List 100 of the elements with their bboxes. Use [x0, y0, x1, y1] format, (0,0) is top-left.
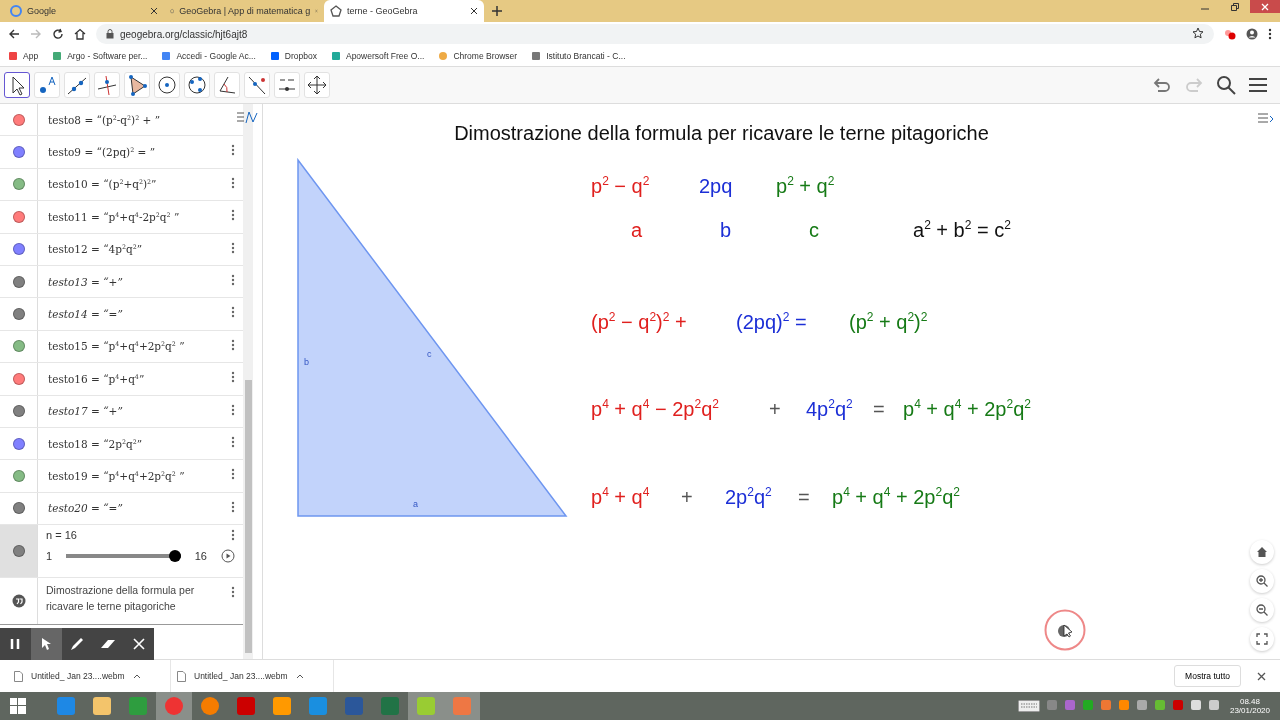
bookmark-link[interactable]: Dropbox	[269, 51, 317, 61]
formula-text: p$^{2}$ + q$^{2}$	[776, 174, 835, 198]
formula-text: c	[809, 218, 819, 242]
app-icon	[56, 696, 76, 716]
visibility-dot[interactable]	[12, 243, 25, 256]
definition-text: testo11 = “p$^{4}$+q$^{4}$-2p$^{2}$q$^{2}$ ”	[48, 210, 180, 223]
formula-text: p$^{4}$ + q$^{4}$ − 2p$^{2}$q$^{2}$	[591, 397, 719, 421]
bookmark-link[interactable]: App	[8, 51, 39, 61]
close-icon	[1261, 2, 1269, 11]
slider-thumb[interactable]	[168, 550, 181, 563]
formula-text: (p$^{2}$ + q$^{2}$)$^{2}$	[849, 310, 928, 334]
formula-text: b	[720, 218, 732, 242]
definition-text: testo18 = “2p$^{2}$q$^{2}$”	[48, 437, 143, 450]
close-icon[interactable]	[150, 7, 158, 15]
definition-text: testo8 = “(p$^{2}$-q$^{2}$)$^{2}$ + ”	[48, 113, 160, 126]
more-icon[interactable]	[231, 468, 235, 481]
zoom-in-icon	[1256, 575, 1268, 587]
circle-icon	[156, 74, 178, 96]
bookmark-link[interactable]: Accedi - Google Ac...	[161, 51, 256, 61]
clock[interactable]: 08.48 23/01/2020	[1219, 697, 1280, 715]
side-label: a	[413, 499, 418, 509]
star-icon[interactable]	[1192, 27, 1204, 39]
side-label: b	[304, 357, 309, 367]
app-icon	[164, 696, 184, 716]
more-icon[interactable]	[231, 403, 235, 416]
more-icon[interactable]	[231, 586, 235, 599]
circle-through-points-icon	[186, 74, 208, 96]
back-icon[interactable]	[8, 28, 20, 40]
pentagon-logo-icon	[330, 5, 342, 17]
visibility-dot[interactable]	[12, 437, 25, 450]
tray-icon[interactable]	[1189, 699, 1202, 711]
visibility-dot[interactable]	[12, 405, 25, 418]
visibility-dot[interactable]	[12, 178, 25, 191]
bookmark-link[interactable]: Chrome Browser	[438, 51, 518, 61]
scrollbar-thumb[interactable]	[245, 380, 252, 653]
tool-button[interactable]	[4, 72, 30, 98]
visibility-dot[interactable]	[12, 470, 25, 482]
more-icon[interactable]	[231, 338, 235, 351]
visibility-dot[interactable]	[12, 545, 25, 558]
app-icon	[452, 696, 472, 716]
home-icon[interactable]	[74, 28, 86, 40]
pointer-button[interactable]	[30, 628, 62, 660]
more-icon[interactable]	[231, 306, 235, 319]
more-icon[interactable]	[1268, 28, 1272, 40]
more-icon[interactable]	[231, 371, 235, 384]
more-icon[interactable]	[231, 500, 235, 513]
more-icon[interactable]	[231, 176, 235, 189]
visibility-dot[interactable]	[12, 210, 25, 223]
fullscreen-icon	[1256, 633, 1268, 645]
definition-text: testo13 = “+”	[48, 275, 123, 288]
close-icon[interactable]	[1257, 672, 1266, 681]
reload-icon[interactable]	[52, 28, 64, 40]
play-icon[interactable]	[221, 549, 235, 564]
pause-icon	[10, 638, 21, 650]
address-field[interactable]: geogebra.org/classic/hjt6ajt8	[96, 24, 1214, 44]
bookmark-link[interactable]: Argo - Software per...	[52, 51, 148, 61]
browser-tab[interactable]: GeoGebra | App di matematica g	[164, 0, 324, 22]
bookmark-link[interactable]: Istituto Brancati - C...	[531, 51, 626, 61]
visibility-dot[interactable]	[12, 372, 25, 385]
undo-icon[interactable]	[1152, 76, 1172, 94]
visibility-dot[interactable]	[12, 308, 25, 321]
visibility-dot[interactable]	[12, 275, 25, 288]
more-icon[interactable]	[231, 435, 235, 448]
browser-tab[interactable]: terne - GeoGebra	[324, 0, 484, 22]
more-icon[interactable]	[231, 209, 235, 222]
home-button[interactable]	[1250, 540, 1274, 564]
more-icon[interactable]	[231, 144, 235, 157]
visibility-dot[interactable]	[12, 113, 25, 126]
plus-icon[interactable]	[492, 6, 502, 16]
keyboard-icon[interactable]	[1017, 700, 1040, 712]
visibility-dot[interactable]	[12, 502, 25, 515]
account-icon[interactable]	[1246, 28, 1258, 40]
app-icon	[380, 696, 400, 716]
definition-text: testo14 = “=”	[48, 308, 123, 321]
file-icon	[177, 670, 186, 682]
more-icon[interactable]	[231, 529, 235, 542]
menu-icon[interactable]	[1248, 76, 1268, 94]
zoom-out-button[interactable]	[1250, 598, 1274, 622]
app-icon	[200, 696, 220, 716]
bookmark-link[interactable]: Apowersoft Free O...	[330, 51, 425, 61]
fullscreen-button[interactable]	[1250, 627, 1274, 651]
close-icon	[132, 638, 145, 650]
tray-icon[interactable]	[1207, 699, 1220, 711]
formula-text: 2p$^{2}$q$^{2}$	[725, 485, 772, 509]
zoom-in-button[interactable]	[1250, 569, 1274, 593]
text-description: Dimostrazione della formula per ricavare le terne pitagoriche	[45, 583, 196, 615]
more-icon[interactable]	[231, 273, 235, 286]
restore-icon	[1231, 2, 1239, 11]
formula-text: p$^{4}$ + q$^{4}$ + 2p$^{2}$q$^{2}$	[903, 397, 1031, 421]
close-icon[interactable]	[470, 7, 478, 15]
browser-tab[interactable]: Google	[4, 0, 164, 22]
show-all-button[interactable]: Mostra tutto	[1174, 665, 1241, 687]
close-button[interactable]	[1250, 0, 1280, 13]
tray-icon[interactable]	[1135, 699, 1148, 711]
extension-icon[interactable]	[1224, 28, 1236, 40]
more-icon[interactable]	[231, 241, 235, 254]
formula-text: p$^{2}$ − q$^{2}$	[591, 174, 650, 198]
visibility-dot[interactable]	[12, 146, 25, 159]
visibility-dot[interactable]	[12, 340, 25, 353]
search-icon[interactable]	[1216, 75, 1236, 95]
